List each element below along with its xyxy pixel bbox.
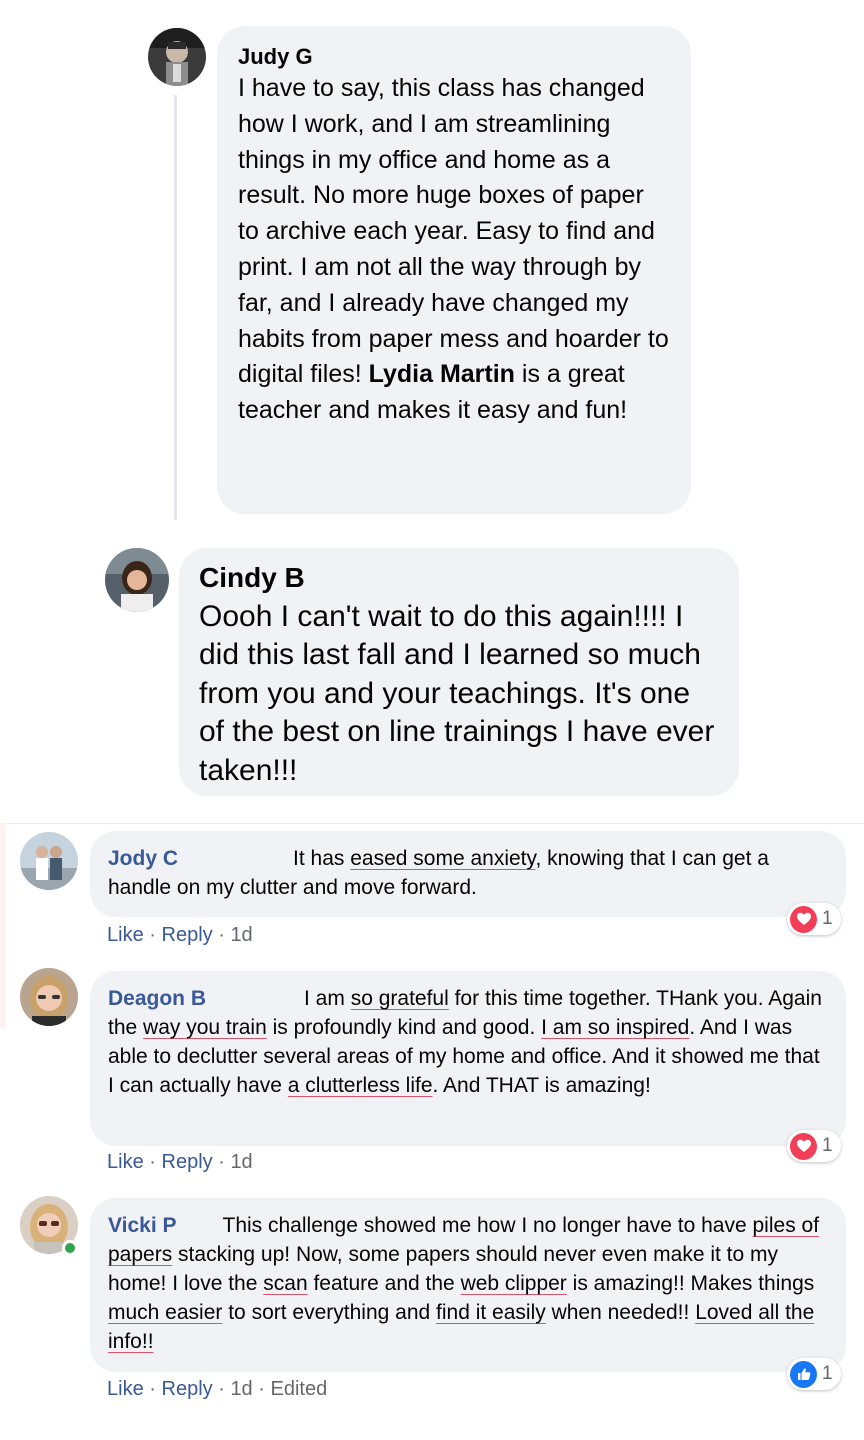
separator: · [149, 1151, 156, 1173]
avatar-deagon[interactable] [20, 968, 78, 1026]
comment-text-part: This challenge showed me how I no longer… [222, 1214, 753, 1237]
spellcheck-underline: web clipper [460, 1272, 567, 1295]
spellcheck-underline: find it easily [436, 1301, 546, 1324]
timestamp[interactable]: 1d [230, 1378, 252, 1400]
comment-text: I have to say, this class has changed ho… [238, 71, 671, 429]
reply-link[interactable]: Reply [162, 924, 213, 946]
comment-bubble-judy: Judy G I have to say, this class has cha… [217, 26, 691, 514]
comment-text: Oooh I can't wait to do this again!!!! I… [199, 600, 715, 787]
spellcheck-underline: eased some anxiety [350, 847, 536, 870]
comment-text-part: to sort everything and [222, 1301, 437, 1324]
spellcheck-underline: scan [263, 1272, 308, 1295]
reaction-count[interactable]: 1 [787, 1358, 841, 1390]
tagged-mention[interactable]: Lydia Martin [369, 360, 515, 388]
comment-bubble-vicki: Vicki P This challenge showed me how I no… [90, 1198, 846, 1372]
reply-link[interactable]: Reply [162, 1378, 213, 1400]
comment-author[interactable]: Judy G [238, 43, 671, 71]
separator: · [218, 924, 225, 946]
comment-text-part: I have to say, this class has changed ho… [238, 74, 669, 389]
reaction-count[interactable]: 1 [787, 1130, 841, 1162]
reaction-count[interactable]: 1 [787, 903, 841, 935]
spellcheck-underline: I am so inspired [541, 1016, 690, 1039]
thread-line [174, 95, 177, 520]
comment-author[interactable]: Jody C [108, 847, 178, 870]
heart-icon [790, 1132, 817, 1160]
heart-icon [790, 905, 817, 933]
online-status-indicator [62, 1240, 78, 1256]
spellcheck-underline: way you train [143, 1016, 267, 1039]
avatar-jody[interactable] [20, 832, 78, 890]
comment-text-part: is profoundly kind and good. [266, 1016, 542, 1039]
separator: · [218, 1151, 225, 1173]
section-divider [0, 823, 864, 824]
separator: · [218, 1378, 225, 1400]
comment-text-part: when needed!! [545, 1301, 696, 1324]
avatar-cindy-image [105, 548, 169, 612]
like-link[interactable]: Like [107, 924, 144, 946]
comment-author[interactable]: Deagon B [108, 987, 206, 1010]
avatar-deagon-image [20, 968, 78, 1026]
thumbs-up-icon [790, 1360, 817, 1388]
reaction-number: 1 [822, 908, 833, 929]
separator: · [149, 924, 156, 946]
reaction-number: 1 [822, 1363, 833, 1384]
avatar-cindy[interactable] [105, 548, 169, 612]
spellcheck-underline: a clutterless life [287, 1074, 433, 1097]
comment-bubble-deagon: Deagon BI am so grateful for this time t… [90, 971, 846, 1146]
timestamp[interactable]: 1d [230, 924, 252, 946]
comment-text-part: . And THAT is amazing! [432, 1074, 651, 1097]
avatar-judy[interactable] [148, 28, 206, 86]
reaction-number: 1 [822, 1135, 833, 1156]
comment-text-part: feature and the [307, 1272, 461, 1295]
comment-text-part: It has [293, 847, 351, 870]
separator: · [258, 1378, 265, 1400]
comment-actions: Like · Reply · 1d · Edited [107, 1378, 327, 1401]
comment-bubble-jody: Jody C It has eased some anxiety, knowing… [90, 831, 846, 917]
reply-link[interactable]: Reply [162, 1151, 213, 1173]
like-link[interactable]: Like [107, 1378, 144, 1400]
separator: · [149, 1378, 156, 1400]
comment-text-part: is amazing!! Makes things [566, 1272, 815, 1295]
like-link[interactable]: Like [107, 1151, 144, 1173]
comment-actions: Like · Reply · 1d [107, 1151, 253, 1174]
avatar-jody-image [20, 832, 78, 890]
spellcheck-underline: so grateful [350, 987, 449, 1010]
comment-actions: Like · Reply · 1d [107, 924, 253, 947]
comment-author[interactable]: Cindy B [199, 561, 723, 595]
comment-text-part: I am [304, 987, 351, 1010]
comment-text: Vicki P This challenge showed me how I no… [108, 1211, 830, 1356]
comment-bubble-cindy: Cindy B Oooh I can't wait to do this aga… [179, 548, 739, 796]
comment-text: Jody C It has eased some anxiety, knowing… [108, 844, 830, 902]
edited-label[interactable]: Edited [270, 1378, 327, 1400]
section-divider [0, 823, 6, 1028]
comment-text: Deagon BI am so grateful for this time t… [108, 984, 830, 1100]
avatar-judy-image [148, 28, 206, 86]
comment-author[interactable]: Vicki P [108, 1214, 177, 1237]
spellcheck-underline: much easier [108, 1301, 223, 1324]
timestamp[interactable]: 1d [230, 1151, 252, 1173]
